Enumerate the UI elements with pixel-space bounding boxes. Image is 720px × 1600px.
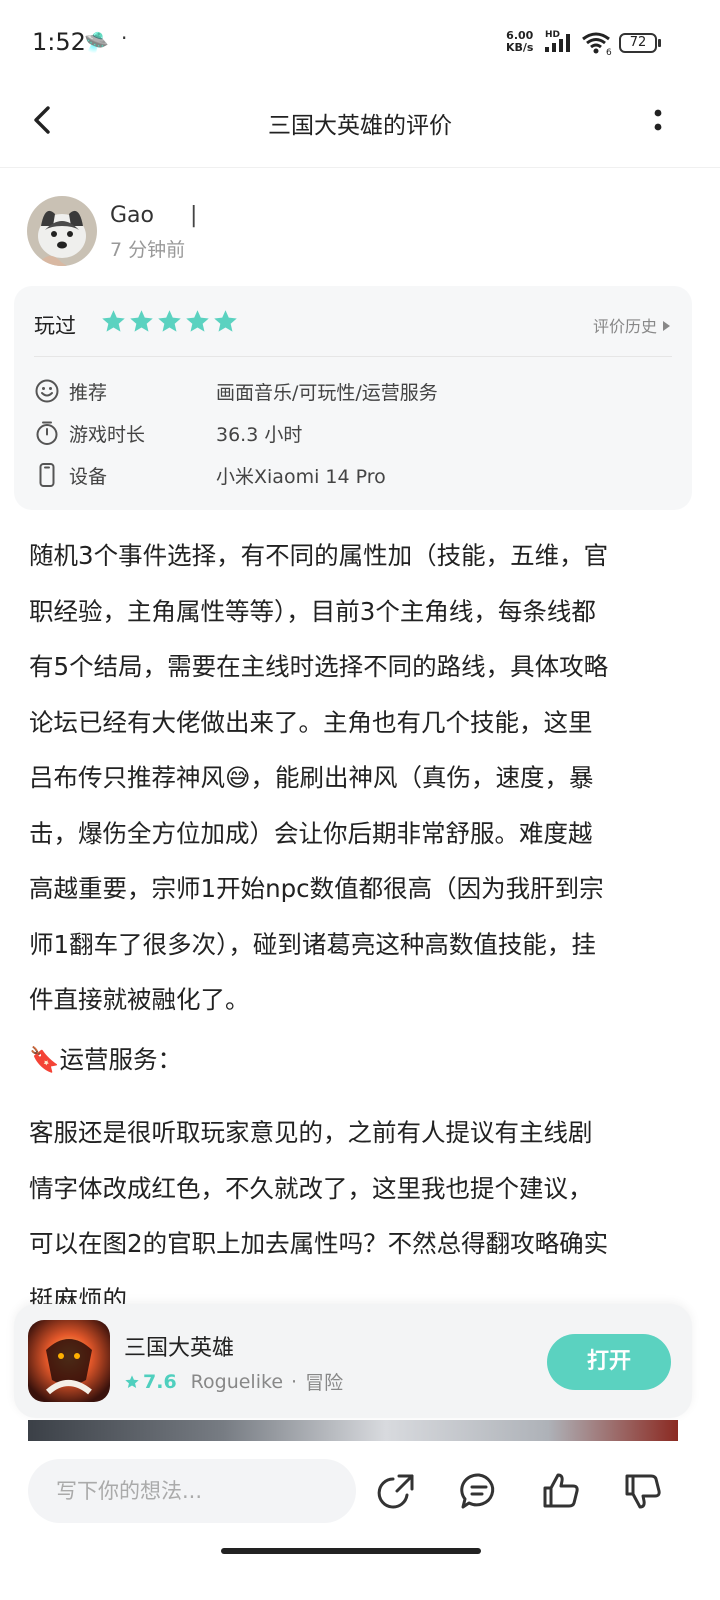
- playtime-value: 36.3 小时: [216, 424, 303, 446]
- network-speed: 6.00 KB/s: [506, 30, 533, 54]
- section-heading: 🔖运营服务：: [29, 1041, 182, 1076]
- timer-icon: [36, 421, 58, 445]
- review-line: 情字体改成红色，不久就改了，这里我也提个建议，: [29, 1173, 593, 1203]
- rating-history-label: 评价历史: [592, 317, 657, 336]
- author-name-separator: |: [190, 203, 198, 228]
- avatar[interactable]: [27, 196, 97, 266]
- star-icon: [102, 310, 125, 332]
- wifi-label: 6: [606, 48, 612, 56]
- rating-card: 玩过 评价历史 推荐 画面音乐/可玩性/运营服务 游戏时长 36.3 小时 设备…: [14, 286, 692, 510]
- star-rating: [100, 308, 239, 335]
- bottom-bar: 写下你的想法...: [0, 1441, 720, 1600]
- battery-level: 72: [629, 35, 647, 50]
- review-line: 论坛已经有大佬做出来了。主角也有几个技能，这里: [29, 707, 593, 737]
- review-line: 件直接就被融化了。: [29, 985, 250, 1014]
- review-line: 职经验，主角属性等等），目前3个主角线，每条线都: [29, 596, 596, 626]
- status-time: 1:52: [32, 28, 86, 56]
- more-notifications-icon: ·: [121, 26, 128, 50]
- review-line: 客服还是很听取玩家意见的，之前有人提议有主线剧: [29, 1118, 593, 1147]
- header: 三国大英雄的评价: [0, 88, 720, 168]
- game-card[interactable]: 三国大英雄 7.6 Roguelike · 冒险 打开: [14, 1304, 692, 1418]
- device-row: 设备 小米Xiaomi 14 Pro: [34, 460, 674, 490]
- home-indicator[interactable]: [221, 1548, 481, 1554]
- game-score: 7.6: [143, 1370, 177, 1393]
- smiley-icon: [35, 379, 59, 403]
- star-icon: [125, 1374, 139, 1388]
- section-heading-text: 运营服务：: [59, 1045, 183, 1074]
- review-line: 挺麻烦的: [29, 1284, 127, 1306]
- comment-input[interactable]: 写下你的想法...: [28, 1459, 356, 1523]
- sweat-smile-emoji-icon: 😅: [225, 763, 251, 792]
- rating-history-link[interactable]: 评价历史: [593, 313, 670, 337]
- review-line: 可以在图2的官职上加去属性吗？不然总得翻攻略确实: [29, 1229, 609, 1258]
- play-arrow-icon: [663, 321, 670, 331]
- review-line-part: ，能刷出神风（真伤，速度，暴: [250, 763, 594, 792]
- phone-icon: [39, 463, 55, 487]
- played-label: 玩过: [34, 314, 76, 338]
- review-line: 高越重要，宗师1开始npc数值都很高（因为我肝到宗: [29, 874, 604, 903]
- playtime-row: 游戏时长 36.3 小时: [34, 418, 674, 448]
- star-icon: [130, 310, 153, 332]
- comment-icon[interactable]: [459, 1471, 499, 1511]
- game-genre: Roguelike: [190, 1370, 284, 1393]
- review-text-2: 客服还是很听取玩家意见的，之前有人提议有主线剧 情字体改成红色，不久就改了，这里…: [29, 1105, 691, 1305]
- author-name-text: Gao: [110, 203, 154, 228]
- game-genre: 冒险: [305, 1372, 344, 1394]
- game-name[interactable]: 三国大英雄: [124, 1330, 234, 1362]
- notification-icon: 🛸: [84, 30, 109, 54]
- wifi-icon: 6: [582, 32, 612, 56]
- recommend-row: 推荐 画面音乐/可玩性/运营服务: [34, 376, 674, 406]
- recommend-value: 画面音乐/可玩性/运营服务: [216, 382, 438, 404]
- status-bar: 1:52 🛸 · 6.00 KB/s HD 6 72: [0, 0, 720, 88]
- game-icon[interactable]: [28, 1320, 110, 1402]
- star-icon: [158, 310, 181, 332]
- open-game-button[interactable]: 打开: [547, 1334, 671, 1390]
- bookmark-emoji-icon: 🔖: [29, 1045, 60, 1074]
- recommend-label: 推荐: [69, 382, 108, 404]
- thumbs-down-icon[interactable]: [623, 1471, 663, 1511]
- battery-icon: 72: [619, 33, 657, 53]
- review-image-preview[interactable]: [28, 1420, 678, 1442]
- review-line: 师1翻车了很多次），碰到诸葛亮这种高数值技能，挂: [29, 929, 596, 959]
- device-label: 设备: [69, 466, 108, 488]
- more-options-icon[interactable]: [648, 106, 668, 134]
- playtime-label: 游戏时长: [69, 424, 146, 446]
- card-divider: [34, 356, 672, 357]
- hd-label: HD: [545, 30, 560, 40]
- review-line: 击，爆伤全方位加成）会让你后期非常舒服。难度越: [29, 818, 593, 848]
- review-line-part: 吕布传只推荐神风: [29, 763, 225, 792]
- review-line: 有5个结局，需要在主线时选择不同的路线，具体攻略: [29, 652, 609, 681]
- page-title: 三国大英雄的评价: [268, 113, 452, 139]
- star-icon: [186, 310, 209, 332]
- star-icon: [214, 310, 237, 332]
- post-time: 7 分钟前: [110, 239, 186, 261]
- genre-separator: ·: [291, 1370, 298, 1393]
- review-text: 随机3个事件选择，有不同的属性加（技能，五维，官 职经验，主角属性等等），目前3…: [29, 528, 691, 1028]
- device-value: 小米Xiaomi 14 Pro: [216, 466, 386, 488]
- author-name[interactable]: Gao |: [110, 203, 197, 228]
- review-line: 随机3个事件选择，有不同的属性加（技能，五维，官: [29, 541, 609, 570]
- thumbs-up-icon[interactable]: [541, 1471, 581, 1511]
- share-icon[interactable]: [377, 1471, 417, 1511]
- signal-icon: HD: [545, 30, 570, 52]
- game-meta: 7.6 Roguelike · 冒险: [124, 1368, 343, 1395]
- network-speed-unit: KB/s: [506, 41, 534, 54]
- battery-tip: [658, 39, 661, 47]
- review-line: 吕布传只推荐神风😅，能刷出神风（真伤，速度，暴: [29, 750, 691, 806]
